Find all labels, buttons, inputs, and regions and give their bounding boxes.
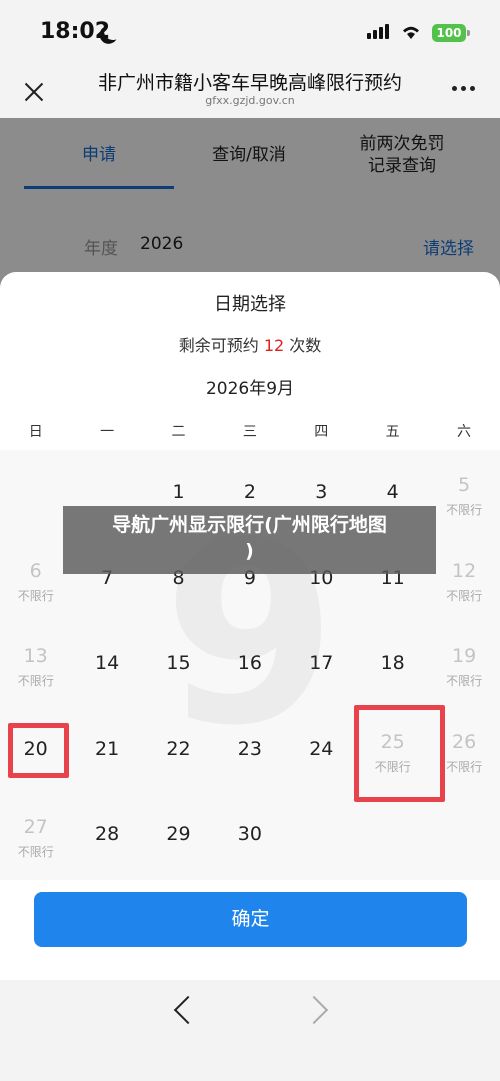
day-number: 13 (23, 645, 48, 667)
date-picker-sheet: 日期选择 剩余可预约 12 次数 2026年9月 日一二三四五六 9 12345… (0, 272, 500, 980)
caption-text: 导航广州显示限行(广州限行地图 ) (112, 514, 387, 562)
calendar-day[interactable]: 28 (71, 792, 142, 877)
sheet-title: 日期选择 (214, 294, 286, 315)
page-title: 非广州市籍小客车早晚高峰限行预约 (97, 72, 402, 94)
battery-icon: 100 (432, 24, 470, 42)
calendar-day: 13 不限行 (0, 621, 71, 706)
day-note: 不限行 (17, 674, 54, 688)
day-number: 18 (380, 652, 405, 674)
calendar-day[interactable]: 21 (71, 707, 142, 792)
remaining-suffix: 次数 (289, 336, 322, 355)
highlight-box (8, 722, 70, 778)
day-number: 23 (237, 737, 262, 760)
day-number: 1 (172, 481, 185, 503)
remaining-count: 剩余可预约 12 次数 (0, 332, 500, 356)
day-note: 不限行 (446, 588, 483, 603)
day-note: 不限行 (446, 674, 483, 688)
calendar-day: 6 不限行 (0, 536, 71, 621)
day-number: 21 (94, 737, 120, 760)
weekday-label: 三 (242, 424, 257, 440)
calendar-day[interactable]: 22 (143, 707, 214, 792)
day-number: 28 (94, 823, 120, 845)
calendar-day: 12 不限行 (428, 536, 499, 621)
calendar-day[interactable]: 17 (286, 621, 357, 706)
weekday-label: 日 (28, 424, 43, 440)
remaining-prefix: 剩余可预约 (178, 336, 259, 355)
day-number: 24 (309, 737, 334, 760)
day-number: 17 (309, 652, 334, 674)
calendar-day[interactable]: 15 (143, 621, 214, 706)
weekday-label: 六 (457, 424, 472, 440)
highlight-box (354, 704, 446, 802)
back-icon[interactable] (173, 995, 203, 1025)
day-note: 不限行 (446, 503, 483, 517)
calendar-day: 19 不限行 (428, 621, 499, 706)
month-label: 2026年9月 (205, 379, 295, 399)
weekday-label: 一 (100, 424, 115, 440)
weekday-label: 四 (314, 424, 329, 440)
day-number: 30 (237, 823, 262, 845)
calendar-day[interactable]: 30 (214, 792, 285, 877)
day-number: 19 (451, 645, 477, 667)
day-note: 不限行 (17, 845, 54, 859)
confirm-button[interactable]: 确定 (34, 892, 467, 947)
day-number: 29 (166, 823, 191, 845)
day-number: 12 (451, 559, 477, 582)
calendar-day[interactable]: 23 (214, 707, 285, 792)
day-number: 27 (23, 816, 48, 838)
overlay-caption: 导航广州显示限行(广州限行地图 ) (63, 506, 436, 574)
day-number: 2 (243, 481, 256, 503)
day-note: 不限行 (17, 588, 54, 603)
status-time: 18:02 (40, 19, 111, 44)
signal-icon (367, 24, 389, 39)
remaining-number: 12 (263, 336, 285, 355)
close-icon[interactable] (20, 78, 48, 106)
weekday-label: 二 (171, 424, 186, 440)
day-number: 5 (458, 474, 471, 496)
page-url: gfxx.gzjd.gov.cn (205, 94, 295, 107)
browser-nav (0, 980, 500, 1081)
calendar-day: 27 不限行 (0, 792, 71, 877)
day-number: 6 (29, 559, 42, 582)
forward-icon[interactable] (299, 995, 329, 1025)
wifi-icon (403, 26, 419, 39)
day-number: 22 (166, 737, 191, 760)
day-number: 3 (315, 481, 328, 503)
calendar-day[interactable]: 16 (214, 621, 285, 706)
calendar-day[interactable]: 24 (286, 707, 357, 792)
weekday-header: 日一二三四五六 (0, 414, 500, 450)
weekday-label: 五 (385, 424, 400, 440)
day-number: 14 (94, 652, 120, 674)
day-number: 16 (237, 652, 262, 674)
day-number: 4 (386, 481, 399, 503)
nav-header: 非广州市籍小客车早晚高峰限行预约 gfxx.gzjd.gov.cn (0, 64, 500, 118)
calendar-day: 5 不限行 (428, 450, 499, 535)
day-number: 15 (166, 652, 191, 674)
calendar-day[interactable]: 14 (71, 621, 142, 706)
status-bar: 18:02 100 (0, 0, 500, 64)
more-icon[interactable] (452, 86, 480, 96)
calendar-day[interactable]: 18 (357, 621, 428, 706)
calendar-day[interactable]: 29 (143, 792, 214, 877)
